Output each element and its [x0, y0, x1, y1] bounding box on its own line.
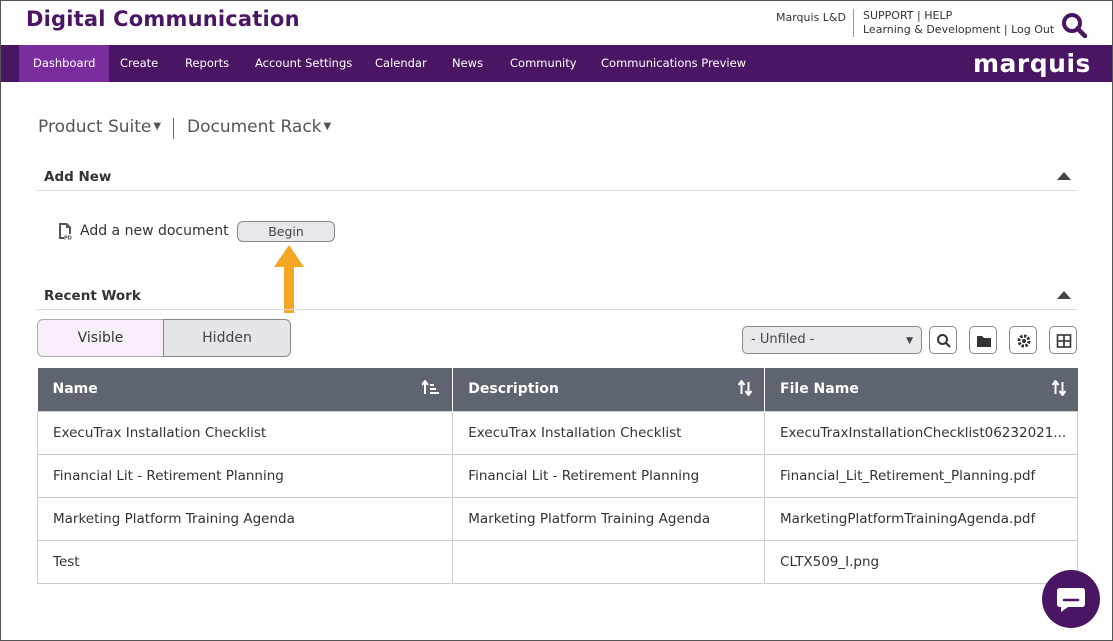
section-title: Add New — [44, 169, 112, 185]
column-header-description[interactable]: Description — [452, 368, 766, 411]
logout-link[interactable]: Log Out — [1011, 23, 1054, 36]
column-header-name[interactable]: Name — [37, 368, 454, 411]
cell-file-name: MarketingPlatformTrainingAgenda.pdf — [764, 496, 1078, 541]
header-divider — [853, 9, 854, 37]
main-nav: Dashboard Create Reports Account Setting… — [1, 45, 1112, 82]
search-button[interactable] — [929, 326, 957, 354]
nav-reports[interactable]: Reports — [171, 45, 243, 82]
gear-icon — [1017, 334, 1031, 348]
recent-work-table: Name Description File Name ExecuTrax Ins… — [36, 368, 1078, 584]
cell-description: ExecuTrax Installation Checklist — [452, 410, 766, 455]
pdf-document-icon: PDF — [59, 223, 72, 241]
nav-news[interactable]: News — [438, 45, 497, 82]
settings-button[interactable] — [1009, 326, 1037, 354]
cell-name[interactable]: Financial Lit - Retirement Planning — [36, 453, 454, 498]
cell-file-name: ExecuTraxInstallationChecklist06232021..… — [764, 410, 1078, 455]
nav-dashboard[interactable]: Dashboard — [19, 45, 110, 82]
user-org-name: Marquis L&D — [776, 11, 846, 24]
column-header-file-name[interactable]: File Name — [764, 368, 1078, 411]
app-title: Digital Communication — [26, 7, 300, 31]
cell-file-name: CLTX509_I.png — [764, 539, 1078, 584]
product-suite-dropdown[interactable]: Product Suite ▼ — [38, 117, 161, 137]
table-header-row: Name Description File Name — [37, 368, 1078, 411]
sort-icon — [1051, 380, 1066, 396]
nav-community[interactable]: Community — [496, 45, 591, 82]
brand-logo: marquis — [973, 49, 1091, 78]
caret-down-icon: ▼ — [153, 121, 162, 132]
nav-communications-preview[interactable]: Communications Preview — [587, 45, 760, 82]
document-rack-dropdown[interactable]: Document Rack ▼ — [187, 117, 331, 137]
caret-down-icon: ▼ — [906, 336, 913, 346]
nav-account-settings[interactable]: Account Settings — [241, 45, 366, 82]
cell-description: Marketing Platform Training Agenda — [452, 496, 766, 541]
add-new-section-header: Add New — [37, 163, 1077, 191]
cell-name[interactable]: Marketing Platform Training Agenda — [36, 496, 454, 541]
nav-create[interactable]: Create — [106, 45, 172, 82]
table-row[interactable]: Financial Lit - Retirement Planning Fina… — [36, 453, 1078, 498]
breadcrumb-divider — [173, 118, 174, 139]
search-icon[interactable] — [1061, 12, 1087, 38]
folder-filter-select[interactable]: - Unfiled - ▼ — [742, 326, 922, 354]
cell-name[interactable]: Test — [36, 539, 454, 584]
grid-icon — [1056, 334, 1072, 348]
caret-down-icon: ▼ — [323, 121, 332, 132]
svg-text:PDF: PDF — [64, 236, 72, 241]
sort-icon — [422, 380, 440, 394]
cell-name[interactable]: ExecuTrax Installation Checklist — [36, 410, 454, 455]
support-link[interactable]: SUPPORT — [863, 9, 914, 22]
tab-hidden[interactable]: Hidden — [163, 319, 291, 357]
section-title: Recent Work — [44, 288, 141, 304]
table-row[interactable]: Test CLTX509_I.png — [36, 539, 1078, 584]
chat-button[interactable] — [1042, 570, 1100, 628]
table-row[interactable]: ExecuTrax Installation Checklist ExecuTr… — [36, 410, 1078, 455]
cell-description: Financial Lit - Retirement Planning — [452, 453, 766, 498]
support-links: SUPPORT | HELP Learning & Development | … — [863, 9, 1055, 36]
tab-visible[interactable]: Visible — [37, 319, 164, 357]
columns-button[interactable] — [1049, 326, 1077, 354]
search-icon — [937, 334, 951, 348]
recent-work-section-header: Recent Work — [37, 282, 1077, 310]
folder-button[interactable] — [969, 326, 997, 354]
table-row[interactable]: Marketing Platform Training Agenda Marke… — [36, 496, 1078, 541]
begin-button[interactable]: Begin — [237, 221, 335, 242]
collapse-icon[interactable] — [1057, 172, 1071, 180]
collapse-icon[interactable] — [1057, 291, 1071, 299]
cell-file-name: Financial_Lit_Retirement_Planning.pdf — [764, 453, 1078, 498]
folder-icon — [977, 336, 991, 347]
help-link[interactable]: HELP — [924, 9, 952, 22]
sort-icon — [738, 380, 753, 396]
chat-icon — [1057, 588, 1085, 612]
cell-description — [452, 539, 766, 584]
nav-calendar[interactable]: Calendar — [361, 45, 441, 82]
top-header: Digital Communication Marquis L&D SUPPOR… — [1, 1, 1112, 45]
org-name: Learning & Development — [863, 23, 1001, 36]
add-document-label: Add a new document — [80, 223, 229, 239]
